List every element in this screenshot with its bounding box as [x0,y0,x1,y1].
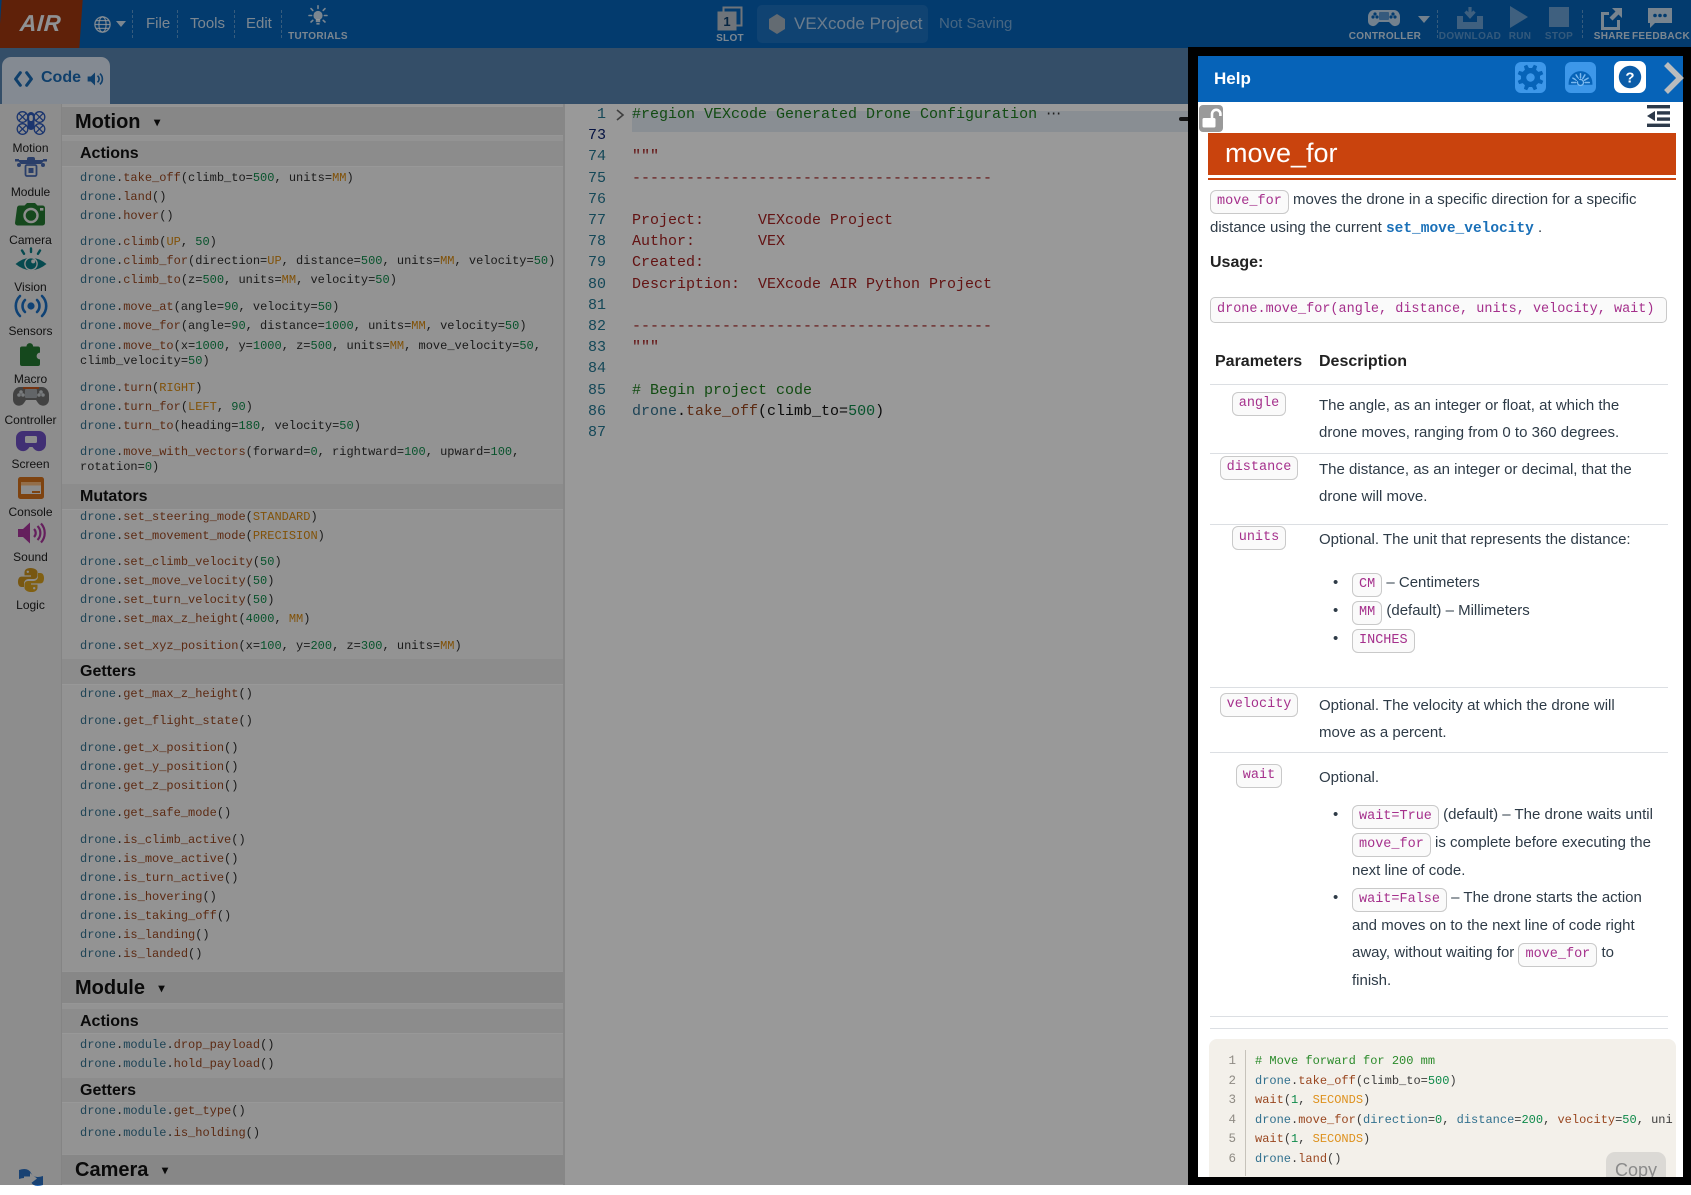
svg-text:?: ? [1625,70,1634,87]
